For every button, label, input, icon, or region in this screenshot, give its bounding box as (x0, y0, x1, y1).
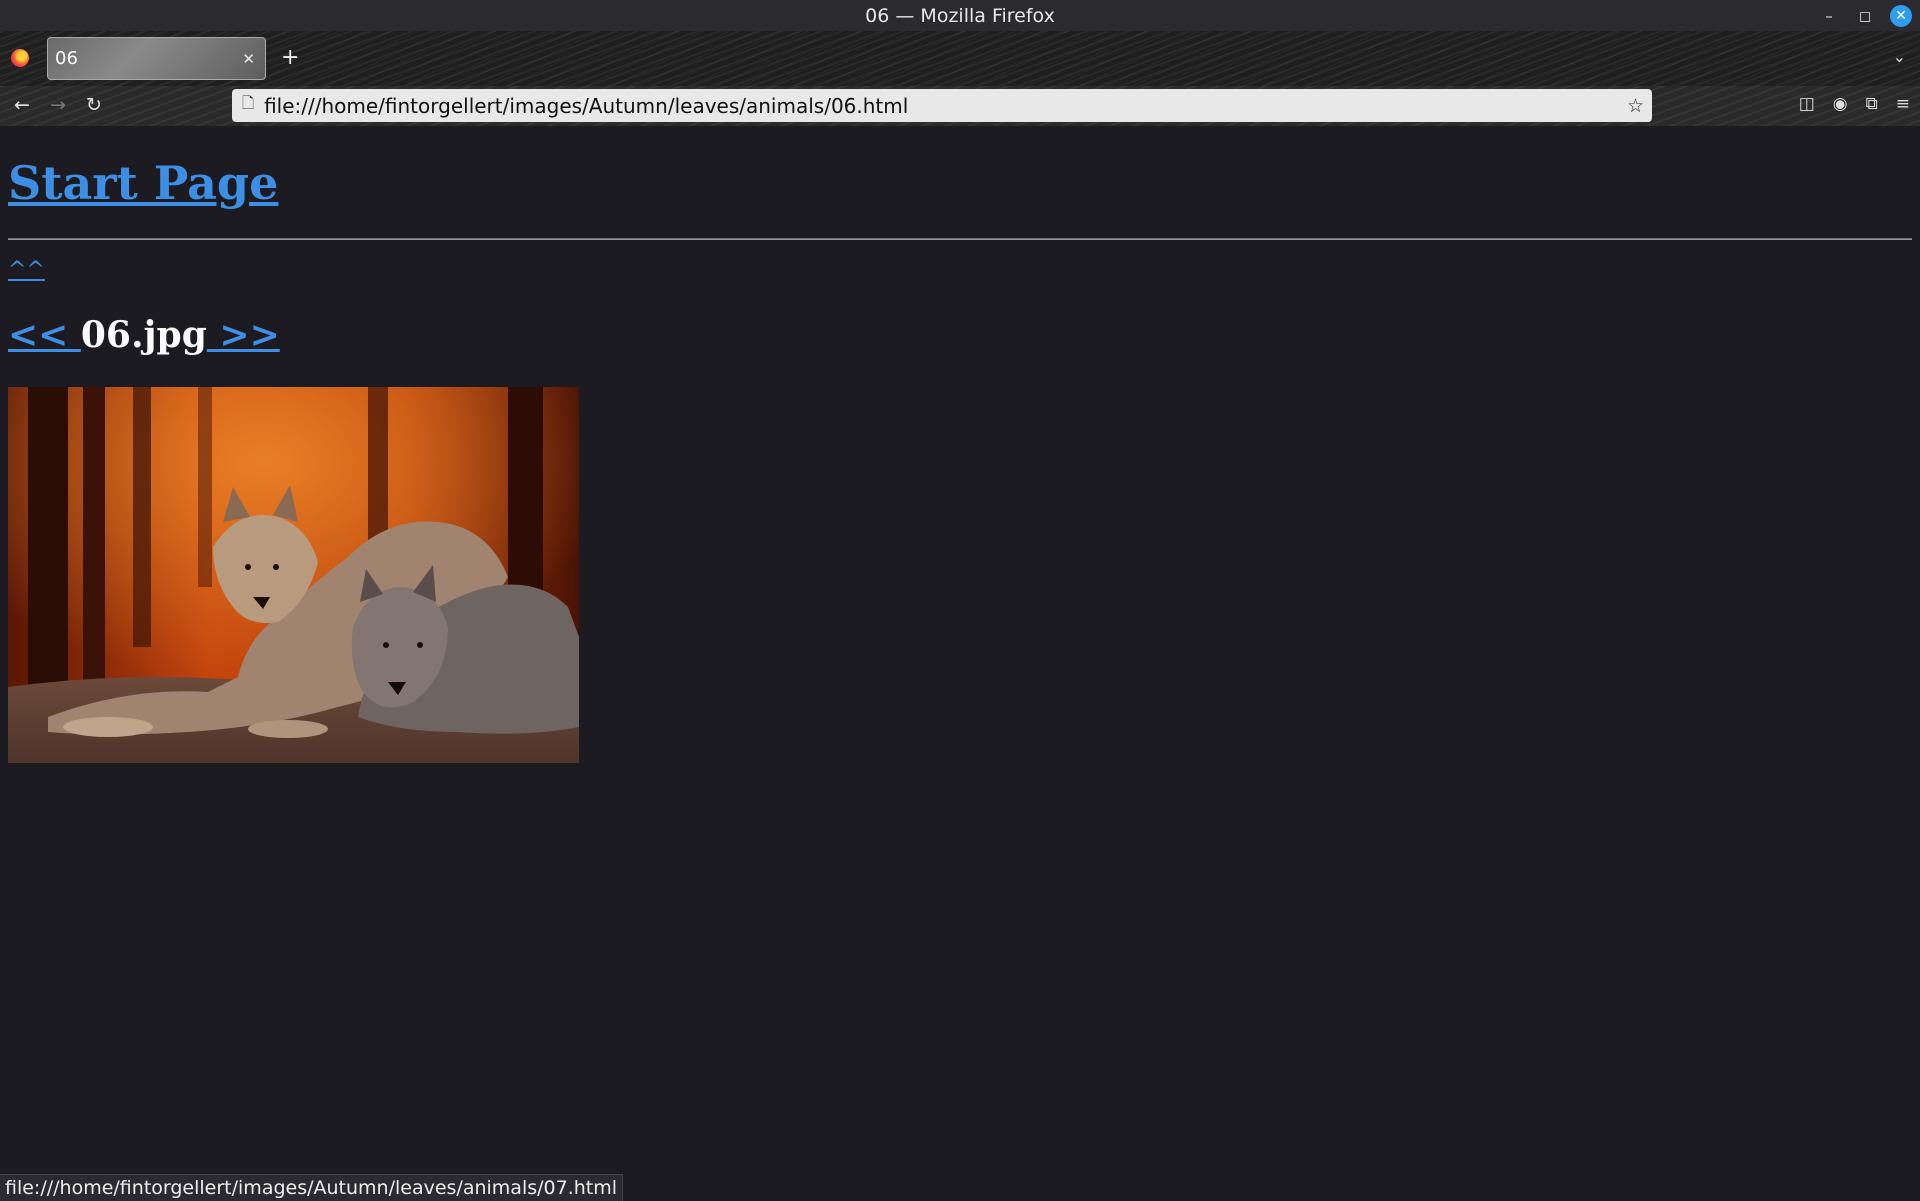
url-bar[interactable]: 🗋 file:///home/fintorgellert/images/Autu… (232, 89, 1652, 122)
tab-close-icon[interactable]: ✕ (242, 50, 255, 68)
image-filename: 06.jpg (80, 314, 207, 356)
wolves-photo (8, 387, 579, 763)
up-directory-link[interactable]: ^^ (8, 258, 45, 283)
pocket-icon[interactable]: ◫ (1799, 94, 1815, 114)
minimize-icon[interactable]: – (1818, 5, 1840, 27)
start-page-link[interactable]: Start Page (8, 156, 278, 210)
account-icon[interactable]: ◉ (1833, 94, 1848, 114)
firefox-logo-icon[interactable] (11, 49, 29, 67)
toolbar-right-icons: ◫ ◉ ⧉ ≡ (1799, 94, 1910, 114)
image-navigation-heading: << 06.jpg >> (8, 314, 280, 356)
navigation-toolbar: ← → ↻ 🗋 file:///home/fintorgellert/image… (0, 86, 1920, 126)
tab-title: 06 (55, 48, 78, 69)
tab-strip: 06 ✕ + ⌄ (0, 31, 1920, 86)
maximize-icon[interactable]: ◻ (1854, 5, 1876, 27)
bookmark-star-icon[interactable]: ☆ (1627, 95, 1644, 117)
previous-image-link[interactable]: << (8, 314, 81, 356)
window-title: 06 — Mozilla Firefox (865, 4, 1055, 27)
page-info-icon[interactable]: 🗋 (242, 93, 254, 118)
url-text[interactable]: file:///home/fintorgellert/images/Autumn… (264, 94, 1627, 118)
tab-06[interactable]: 06 ✕ (47, 37, 266, 80)
window-titlebar: 06 — Mozilla Firefox – ◻ ✕ (0, 0, 1920, 31)
forward-arrow-icon[interactable]: → (50, 94, 66, 116)
new-tab-icon[interactable]: + (281, 45, 299, 70)
photo-two-wolves-icon (8, 387, 579, 763)
next-image-link[interactable]: >> (207, 314, 279, 356)
reload-icon[interactable]: ↻ (86, 94, 102, 116)
window-controls: – ◻ ✕ (1818, 5, 1912, 27)
page-content: Start Page ^^ << 06.jpg >> (0, 126, 1920, 1200)
horizontal-divider (8, 238, 1912, 240)
page-heading: Start Page (8, 156, 278, 210)
extensions-icon[interactable]: ⧉ (1866, 94, 1878, 114)
list-all-tabs-icon[interactable]: ⌄ (1893, 47, 1906, 66)
status-bar: file:///home/fintorgellert/images/Autumn… (0, 1174, 624, 1201)
close-window-icon[interactable]: ✕ (1890, 5, 1912, 27)
menu-hamburger-icon[interactable]: ≡ (1896, 94, 1910, 114)
back-arrow-icon[interactable]: ← (14, 94, 30, 116)
